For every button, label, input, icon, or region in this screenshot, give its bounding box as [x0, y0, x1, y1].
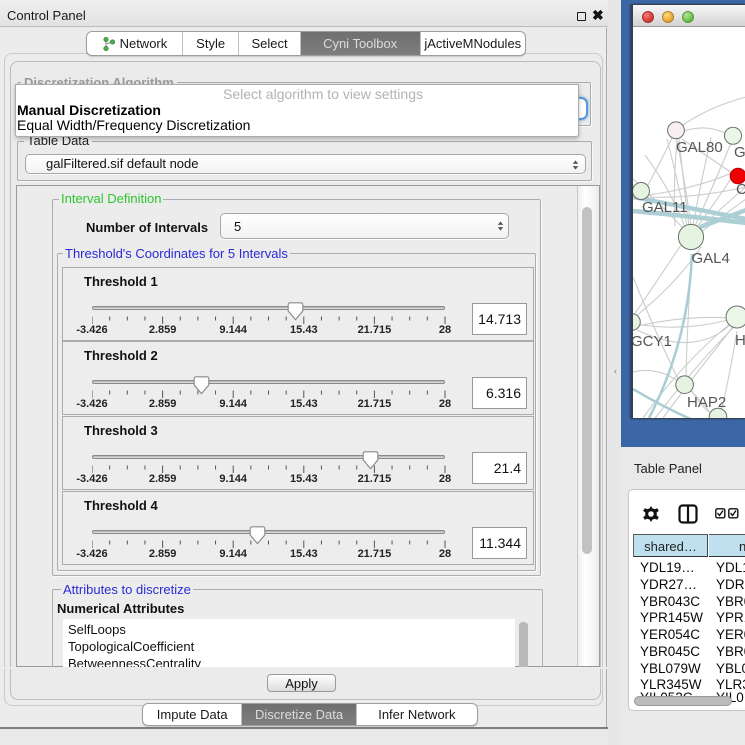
svg-text:GAL11: GAL11 — [642, 199, 688, 216]
svg-text:HAP2: HAP2 — [687, 394, 726, 411]
svg-text:GAL80: GAL80 — [676, 139, 723, 156]
svg-text:GAL4: GAL4 — [692, 250, 730, 267]
svg-text:G: G — [734, 144, 745, 161]
svg-text:C: C — [736, 181, 745, 198]
svg-text:H: H — [735, 332, 745, 349]
svg-text:GCY1: GCY1 — [633, 333, 672, 350]
